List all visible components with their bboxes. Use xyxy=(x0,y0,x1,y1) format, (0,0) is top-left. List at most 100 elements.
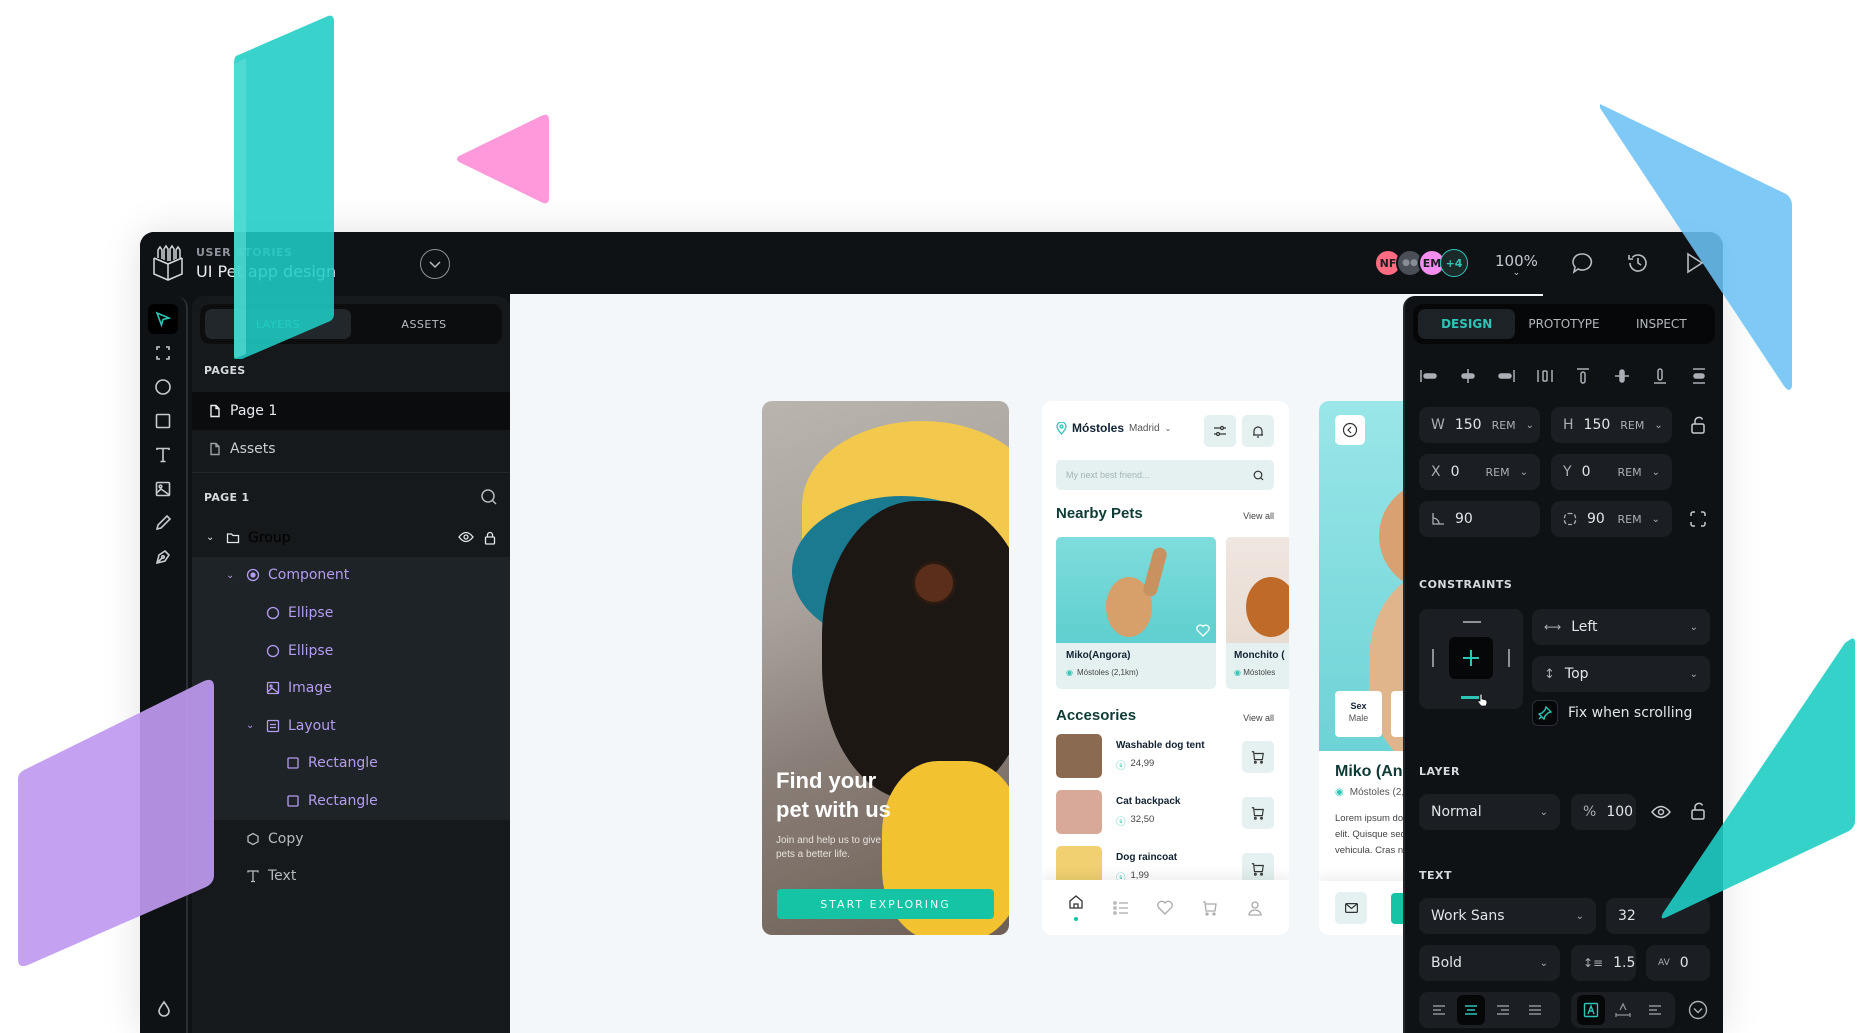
opacity-field[interactable]: % 100 xyxy=(1571,794,1636,830)
blend-mode-select[interactable]: Normal ⌄ xyxy=(1419,794,1560,830)
vertical-constraint-select[interactable]: ↕ Top ⌄ xyxy=(1532,656,1710,692)
pet-card[interactable]: Miko(Angora) ◉ Móstoles (2,1km) xyxy=(1056,537,1216,689)
layer-row[interactable]: ⌄ Component xyxy=(192,556,510,595)
eye-icon[interactable] xyxy=(1651,805,1671,819)
location-selector[interactable]: Móstoles Madrid ⌄ xyxy=(1056,421,1171,435)
screen-onboarding[interactable]: Find your pet with us Join and help us t… xyxy=(762,401,1009,935)
chevron-down-icon[interactable]: ⌄ xyxy=(206,532,218,543)
auto-width-button[interactable] xyxy=(1609,995,1637,1025)
view-all-link[interactable]: View all xyxy=(1243,713,1274,723)
layer-row[interactable]: Ellipse xyxy=(192,631,510,670)
ellipse-tool[interactable] xyxy=(148,372,178,402)
distribute-v-icon[interactable] xyxy=(1689,366,1709,386)
tab-layers[interactable]: LAYERS xyxy=(205,309,351,339)
pointer-tool[interactable] xyxy=(148,304,178,334)
letter-spacing-field[interactable]: AV 0 xyxy=(1646,945,1710,981)
nav-home[interactable] xyxy=(1068,894,1084,921)
constraint-left[interactable] xyxy=(1432,649,1434,667)
tab-prototype[interactable]: PROTOTYPE xyxy=(1515,309,1612,339)
line-height-field[interactable]: ↕≡ 1.5 xyxy=(1571,945,1636,981)
align-text-right-button[interactable] xyxy=(1489,995,1517,1025)
comment-icon[interactable] xyxy=(1570,251,1594,275)
independent-corners-icon[interactable] xyxy=(1689,510,1707,528)
align-h-center-icon[interactable] xyxy=(1458,366,1478,386)
font-family-select[interactable]: Work Sans ⌄ xyxy=(1419,898,1596,934)
filter-button[interactable] xyxy=(1204,415,1236,447)
font-weight-select[interactable]: Bold ⌄ xyxy=(1419,945,1560,981)
chevron-down-icon[interactable]: ⌄ xyxy=(226,570,238,581)
page-item[interactable]: Page 1 xyxy=(192,392,510,430)
page-item[interactable]: Assets xyxy=(192,430,510,468)
unit-select[interactable]: REM xyxy=(1620,419,1644,432)
app-logo-icon[interactable] xyxy=(150,244,186,282)
layer-row[interactable]: ⌄ Group xyxy=(192,519,510,557)
collaborators[interactable]: NF ●● EM +4 xyxy=(1374,249,1468,277)
more-options-icon[interactable] xyxy=(1688,1000,1708,1020)
board-tool[interactable] xyxy=(148,338,178,368)
accessory-item[interactable]: Washable dog tent ⓢ 24,99 xyxy=(1056,734,1274,780)
add-to-cart-button[interactable] xyxy=(1242,741,1274,773)
unit-select[interactable]: REM xyxy=(1618,513,1642,526)
path-tool[interactable] xyxy=(148,542,178,572)
distribute-h-icon[interactable] xyxy=(1535,366,1555,386)
constraint-right[interactable] xyxy=(1508,649,1510,667)
layer-row[interactable]: Rectangle xyxy=(192,744,510,783)
fix-scrolling-toggle[interactable]: Fix when scrolling xyxy=(1532,700,1692,726)
project-title[interactable]: UI Pet app design xyxy=(196,262,336,281)
horizontal-constraint-select[interactable]: ⟷ Left ⌄ xyxy=(1532,609,1710,645)
eye-icon[interactable] xyxy=(458,531,474,543)
x-field[interactable]: X 0 REM ⌄ xyxy=(1419,454,1540,490)
width-field[interactable]: W 150 REM ⌄ xyxy=(1419,407,1540,443)
rectangle-tool[interactable] xyxy=(148,406,178,436)
text-tool[interactable] xyxy=(148,440,178,470)
heart-icon[interactable] xyxy=(1157,900,1174,915)
pet-card[interactable]: Monchito ( ◉ Móstoles xyxy=(1226,537,1289,689)
heart-icon[interactable] xyxy=(1196,624,1210,637)
constraints-widget[interactable] xyxy=(1419,609,1523,709)
search-input[interactable]: My next best friend... xyxy=(1056,460,1274,490)
lock-icon[interactable] xyxy=(1690,802,1706,820)
auto-height-button[interactable] xyxy=(1577,995,1605,1025)
zoom-level[interactable]: 100% ⌄ xyxy=(1495,252,1538,278)
align-top-icon[interactable] xyxy=(1573,366,1593,386)
notifications-button[interactable] xyxy=(1242,415,1274,447)
align-right-icon[interactable] xyxy=(1496,366,1516,386)
unit-select[interactable]: REM xyxy=(1486,466,1510,479)
tab-design[interactable]: DESIGN xyxy=(1418,309,1516,339)
message-button[interactable] xyxy=(1335,892,1367,924)
view-all-link[interactable]: View all xyxy=(1243,511,1274,521)
list-icon[interactable] xyxy=(1113,900,1129,916)
screen-home[interactable]: Móstoles Madrid ⌄ My next best friend...… xyxy=(1042,401,1289,935)
layer-row[interactable]: Copy xyxy=(192,820,510,858)
add-to-cart-button[interactable] xyxy=(1242,797,1274,829)
layer-row[interactable]: Rectangle xyxy=(192,782,510,820)
height-field[interactable]: H 150 REM ⌄ xyxy=(1551,407,1672,443)
y-field[interactable]: Y 0 REM ⌄ xyxy=(1551,454,1672,490)
more-collaborators-badge[interactable]: +4 xyxy=(1440,249,1468,277)
user-icon[interactable] xyxy=(1247,900,1263,916)
layer-row[interactable]: Ellipse xyxy=(192,594,510,632)
tab-assets[interactable]: ASSETS xyxy=(351,309,497,339)
unit-select[interactable]: REM xyxy=(1492,419,1516,432)
color-palette-tool[interactable] xyxy=(149,994,179,1024)
layer-row[interactable]: Text xyxy=(192,857,510,895)
unit-select[interactable]: REM xyxy=(1618,466,1642,479)
align-bottom-icon[interactable] xyxy=(1650,366,1670,386)
project-menu-button[interactable] xyxy=(420,249,450,279)
lock-icon[interactable] xyxy=(484,531,496,545)
back-button[interactable] xyxy=(1335,415,1365,445)
font-size-field[interactable]: 32 xyxy=(1606,898,1710,934)
cart-icon[interactable] xyxy=(1202,900,1218,916)
history-icon[interactable] xyxy=(1626,251,1650,275)
start-exploring-button[interactable]: START EXPLORING xyxy=(777,889,994,919)
constraint-top[interactable] xyxy=(1463,621,1481,623)
canvas[interactable]: Find your pet with us Join and help us t… xyxy=(510,294,1543,1033)
search-icon[interactable] xyxy=(480,488,498,506)
align-left-icon[interactable] xyxy=(1419,366,1439,386)
align-text-justify-button[interactable] xyxy=(1521,995,1549,1025)
chevron-down-icon[interactable]: ⌄ xyxy=(246,720,258,731)
align-text-center-button[interactable] xyxy=(1457,995,1485,1025)
layer-row[interactable]: Image xyxy=(192,669,510,707)
accessory-item[interactable]: Cat backpack ⓢ 32,50 xyxy=(1056,790,1274,836)
rotation-field[interactable]: 90 xyxy=(1419,501,1540,537)
